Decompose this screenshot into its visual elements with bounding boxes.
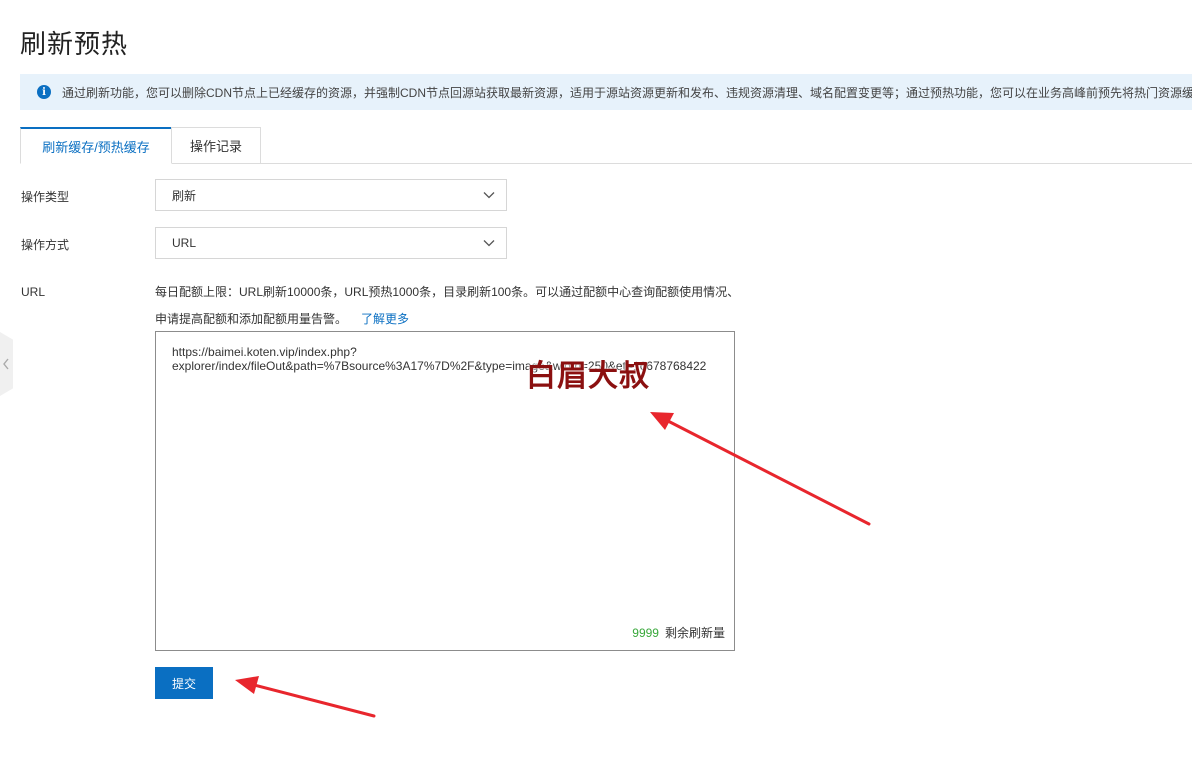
sidebar-collapse-handle[interactable]: [0, 332, 13, 396]
url-label: URL: [21, 285, 46, 299]
quota-hint-line2: 申请提高配额和添加配额用量告警。 了解更多: [155, 310, 409, 327]
info-icon: i: [37, 85, 51, 99]
operation-type-value: 刷新: [172, 188, 197, 203]
arrow-annotation-icon: [235, 676, 376, 718]
quota-hint-line1: 每日配额上限：URL刷新10000条，URL预热1000条，目录刷新100条。可…: [155, 285, 740, 299]
tab-operation-records[interactable]: 操作记录: [171, 127, 261, 163]
remaining-refresh-label: 剩余刷新量: [664, 626, 725, 640]
operation-type-label: 操作类型: [21, 190, 70, 204]
chevron-down-icon: [483, 240, 495, 247]
learn-more-link[interactable]: 了解更多: [361, 312, 409, 326]
operation-type-select[interactable]: 刷新: [155, 179, 507, 211]
watermark-text: 白眉大叔: [526, 359, 650, 394]
chevron-left-icon: [2, 358, 9, 370]
quota-hint-text: 申请提高配额和添加配额用量告警。: [155, 312, 348, 326]
remaining-refresh-count: 9999: [632, 626, 659, 640]
info-banner-text: 通过刷新功能，您可以删除CDN节点上已经缓存的资源，并强制CDN节点回源站获取最…: [62, 85, 1192, 100]
operation-method-value: URL: [172, 236, 197, 250]
operation-method-label: 操作方式: [21, 238, 70, 252]
page-title: 刷新预热: [20, 29, 129, 59]
tab-refresh-preload[interactable]: 刷新缓存/预热缓存: [20, 127, 172, 164]
tab-bar: 刷新缓存/预热缓存 操作记录: [20, 127, 1192, 164]
info-banner: i 通过刷新功能，您可以删除CDN节点上已经缓存的资源，并强制CDN节点回源站获…: [20, 74, 1192, 110]
remaining-refresh-counter: 9999 剩余刷新量: [632, 624, 725, 641]
submit-button[interactable]: 提交: [155, 667, 213, 699]
operation-method-select[interactable]: URL: [155, 227, 507, 259]
chevron-down-icon: [483, 192, 495, 199]
